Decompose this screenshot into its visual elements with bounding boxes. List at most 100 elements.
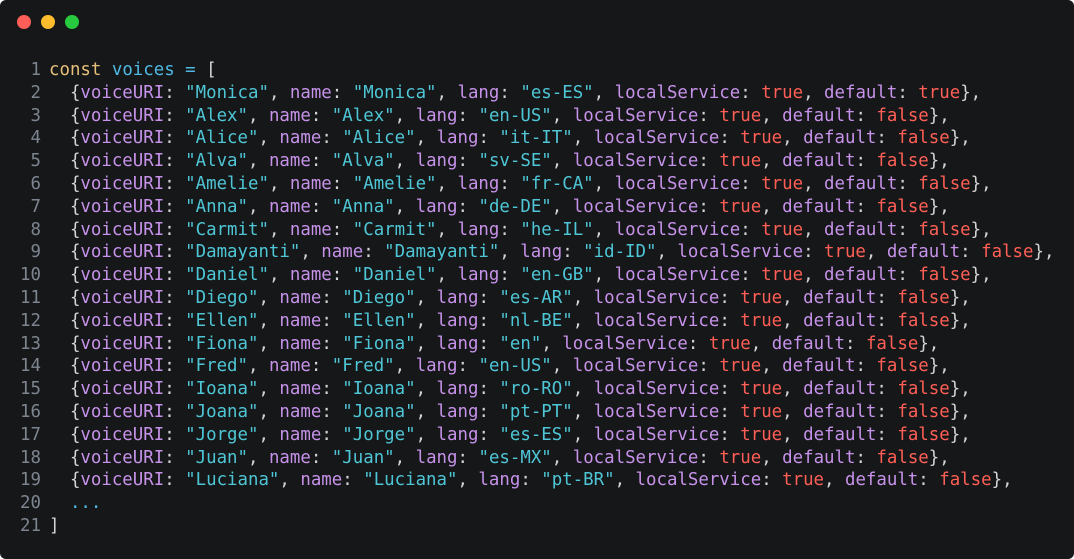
code-token: " (384, 105, 395, 126)
code-token: , (457, 470, 479, 491)
voice-name-value: Ellen (352, 310, 406, 331)
code-token: voiceURI (80, 219, 165, 240)
code-token: : (321, 424, 343, 445)
code-token: , (551, 447, 573, 468)
code-token: , (415, 333, 437, 354)
code-area[interactable]: 1 const voices = [2 {voiceURI: "Monica", … (0, 59, 1074, 538)
code-token: : (719, 379, 741, 400)
local-service-value: true (824, 242, 866, 263)
default-value: false (897, 379, 950, 400)
code-token: voiceURI (80, 242, 165, 263)
voice-name-value: Alice (352, 128, 406, 149)
voice-lang-value: sv-SE (488, 151, 542, 172)
voice-uri-value: Daniel (195, 265, 259, 286)
code-token: , (865, 242, 887, 263)
code-token: : (803, 242, 825, 263)
code-token: : (520, 470, 542, 491)
line-number: 20 (20, 493, 41, 514)
code-token: " (562, 424, 573, 445)
voice-uri-value: Anna (195, 196, 238, 217)
code-token: lang (415, 151, 458, 172)
code-token: : (478, 424, 500, 445)
code-token: localService (614, 82, 741, 103)
code-token: " (499, 333, 510, 354)
code-token: " (520, 82, 531, 103)
local-service-value: true (740, 310, 783, 331)
close-window-button[interactable] (17, 15, 31, 29)
local-service-value: true (761, 82, 804, 103)
code-token: localService (572, 151, 699, 172)
code-token: : (499, 265, 521, 286)
code-token: voiceURI (80, 196, 165, 217)
code-token: " (405, 287, 416, 308)
code-token: : (310, 196, 332, 217)
code-token: " (342, 310, 353, 331)
code-token: " (405, 333, 416, 354)
code-token: localService (572, 196, 699, 217)
code-token: " (520, 219, 531, 240)
code-token: = (185, 60, 196, 80)
zoom-window-button[interactable] (65, 15, 79, 29)
local-service-value: true (761, 219, 804, 240)
code-token: lang (415, 356, 458, 377)
code-token: , (761, 356, 783, 377)
code-token: : (698, 105, 720, 126)
code-token: : (478, 333, 500, 354)
code-token: default (803, 287, 877, 308)
code-token: " (530, 333, 542, 354)
code-token: name (279, 379, 322, 400)
code-token: " (478, 356, 489, 377)
code-token: : (164, 401, 186, 422)
code-token: " (541, 356, 552, 377)
code-token: " (185, 219, 196, 240)
code-token: { (49, 82, 81, 103)
code-token: : (562, 242, 584, 263)
minimize-window-button[interactable] (41, 15, 55, 29)
code-token: lang (415, 447, 458, 468)
code-token: " (384, 196, 395, 217)
code-token: " (405, 401, 416, 422)
code-token: " (562, 287, 573, 308)
code-token: , (268, 265, 290, 286)
code-token: , (258, 401, 280, 422)
code-token: }, (1033, 242, 1055, 263)
code-token: }, (928, 447, 950, 468)
voice-uri-value: Alex (195, 105, 238, 126)
code-token: voiceURI (80, 356, 165, 377)
voice-uri-value: Carmit (195, 219, 259, 240)
local-service-value: true (782, 470, 825, 491)
code-token: lang (415, 196, 458, 217)
code-line: 2 {voiceURI: "Monica", name: "Monica", l… (0, 82, 1074, 105)
code-token: , (258, 424, 280, 445)
code-token: , (782, 310, 804, 331)
voice-uri-value: Amelie (195, 173, 259, 194)
code-token: { (49, 196, 81, 217)
code-token: " (185, 356, 196, 377)
code-token: localService (572, 447, 699, 468)
code-token: voiceURI (80, 151, 165, 172)
code-token: " (247, 287, 259, 308)
code-token: , (782, 424, 804, 445)
code-token: : (457, 356, 479, 377)
voice-name-value: Monica (363, 82, 427, 103)
local-service-value: true (719, 447, 762, 468)
code-token: localService (677, 242, 804, 263)
voice-lang-value: es-ES (509, 424, 563, 445)
code-token: " (185, 447, 196, 468)
code-token: }, (991, 470, 1013, 491)
line-number: 18 (20, 447, 41, 468)
code-token: " (237, 151, 248, 172)
code-token: " (499, 379, 510, 400)
default-value: false (897, 128, 950, 149)
code-token: , (300, 242, 322, 263)
code-token: default (803, 128, 877, 149)
voice-lang-value: en-GB (530, 265, 584, 286)
local-service-value: true (740, 401, 783, 422)
default-value: false (876, 105, 929, 126)
code-token: voiceURI (80, 424, 165, 445)
code-token: localService (593, 401, 720, 422)
code-token: name (300, 470, 343, 491)
code-token: : (478, 310, 500, 331)
voice-uri-value: Monica (195, 82, 259, 103)
code-token: " (541, 151, 552, 172)
